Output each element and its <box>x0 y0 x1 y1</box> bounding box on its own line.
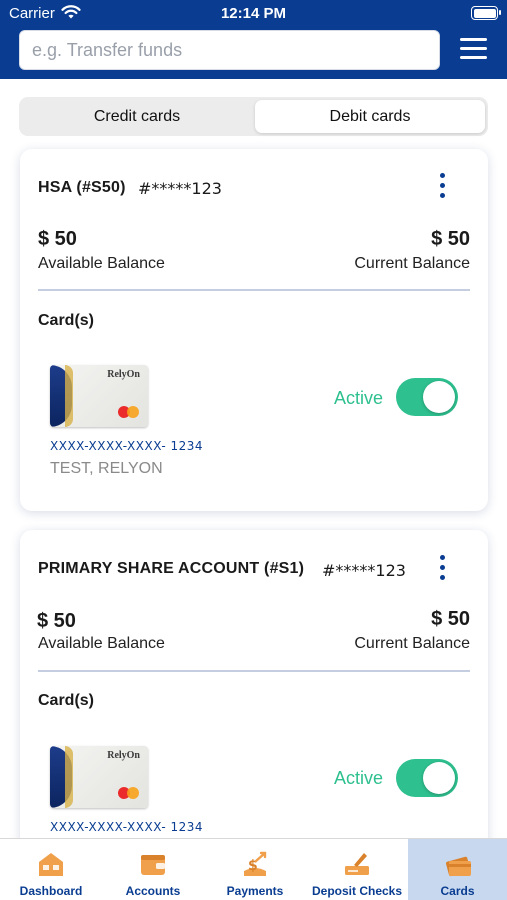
account-name: HSA (#S50) <box>38 179 126 196</box>
more-options-icon[interactable] <box>438 173 446 201</box>
card-holder-name: TEST, RELYON <box>50 460 163 477</box>
status-time: 12:14 PM <box>220 5 287 22</box>
cards-heading: Card(s) <box>38 692 95 709</box>
card-active-toggle[interactable] <box>396 759 458 797</box>
account-card: PRIMARY SHARE ACCOUNT (#S1) #*****123 $ … <box>20 530 488 860</box>
status-bar: Carrier 12:14 PM <box>0 0 507 28</box>
card-active-toggle[interactable] <box>396 378 458 416</box>
battery-icon <box>471 6 501 20</box>
debit-card-image[interactable]: RelyOn <box>50 746 148 808</box>
bottom-tab-bar: Dashboard Accounts $ Payments Deposit Ch… <box>0 838 507 900</box>
more-options-icon[interactable] <box>438 555 446 583</box>
credit-card-icon <box>445 856 471 877</box>
card-number: XXXX-XXXX-XXXX- 1234 <box>50 439 204 453</box>
app-header: Carrier 12:14 PM <box>0 0 507 79</box>
card-status-label: Active <box>334 768 384 788</box>
card-brand-logo: RelyOn <box>107 750 140 761</box>
current-balance-amount: $ 50 <box>431 228 470 250</box>
available-balance-label: Available Balance <box>38 635 165 652</box>
segment-credit-cards[interactable]: Credit cards <box>22 100 252 133</box>
card-status-label: Active <box>334 388 384 408</box>
segment-debit-cards[interactable]: Debit cards <box>255 100 485 133</box>
tab-label: Payments <box>226 884 284 898</box>
account-name: PRIMARY SHARE ACCOUNT (#S1) <box>38 560 305 577</box>
tab-cards[interactable]: Cards <box>408 839 507 900</box>
tab-label: Deposit Checks <box>311 884 403 898</box>
tab-payments[interactable]: $ Payments <box>204 839 306 900</box>
card-number: XXXX-XXXX-XXXX- 1234 <box>50 820 204 834</box>
wallet-icon <box>141 855 165 875</box>
dashboard-icon <box>39 853 63 876</box>
tab-accounts[interactable]: Accounts <box>102 839 204 900</box>
card-brand-logo: RelyOn <box>107 369 140 380</box>
current-balance-amount: $ 50 <box>431 608 470 630</box>
account-card: HSA (#S50) #*****123 $ 50 Available Bala… <box>20 149 488 511</box>
cards-heading: Card(s) <box>38 312 95 329</box>
available-balance-amount: $ 50 <box>37 610 76 632</box>
tab-label: Accounts <box>125 884 181 898</box>
card-type-segmented-control: Credit cards Debit cards <box>19 97 488 136</box>
account-number: #*****123 <box>138 179 222 198</box>
mastercard-logo-icon <box>118 406 140 418</box>
tab-label: Dashboard <box>19 884 83 898</box>
divider <box>38 289 470 291</box>
search-box[interactable] <box>19 30 440 70</box>
mastercard-logo-icon <box>118 787 140 799</box>
current-balance-label: Current Balance <box>354 635 470 652</box>
tab-deposit-checks[interactable]: Deposit Checks <box>306 839 408 900</box>
current-balance-label: Current Balance <box>354 255 470 272</box>
deposit-check-icon <box>345 853 369 875</box>
tab-dashboard[interactable]: Dashboard <box>0 839 102 900</box>
account-number: #*****123 <box>322 561 406 580</box>
hamburger-menu-icon[interactable] <box>460 38 487 60</box>
search-input[interactable] <box>20 31 439 69</box>
available-balance-label: Available Balance <box>38 255 165 272</box>
tab-label: Cards <box>440 884 475 898</box>
divider <box>38 670 470 672</box>
debit-card-image[interactable]: RelyOn <box>50 365 148 427</box>
payments-icon: $ <box>244 851 267 876</box>
available-balance-amount: $ 50 <box>38 228 77 250</box>
